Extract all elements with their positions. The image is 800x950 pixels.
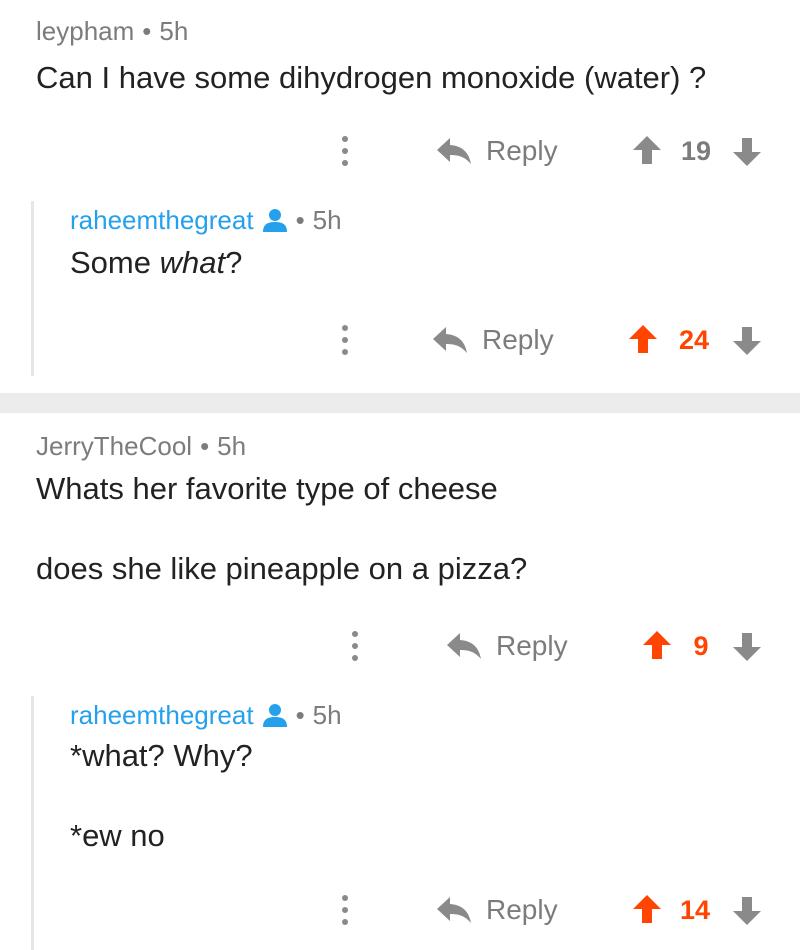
comment-time: 5h xyxy=(217,431,247,461)
comment-body-line: does she like pineapple on a pizza? xyxy=(36,551,528,586)
comment-thread: JerryTheCool • 5h Whats her favorite type … xyxy=(0,413,800,950)
downvote-arrow-icon[interactable] xyxy=(732,326,762,356)
reply-body-emphasis: what xyxy=(159,245,226,280)
reply-label: Reply xyxy=(486,894,558,925)
comment-actions: Reply 19 xyxy=(0,131,800,171)
reply-meta: raheemthegreat • 5h xyxy=(70,700,342,731)
comment-thread: leypham • 5h Can I have some dihydrogen mo… xyxy=(0,0,800,393)
vote-score: 9 xyxy=(693,631,709,661)
reply-button[interactable]: Reply xyxy=(432,320,554,360)
reply-arrow-icon xyxy=(437,897,471,923)
user-icon xyxy=(262,704,287,727)
reply-time: 5h xyxy=(312,205,342,235)
comment-meta: leypham • 5h xyxy=(36,16,188,47)
reply-body-text: Some xyxy=(70,245,160,280)
meta-separator-dot: • xyxy=(142,16,152,46)
comment-meta: JerryTheCool • 5h xyxy=(36,431,246,462)
user-icon xyxy=(262,209,287,232)
downvote-arrow-icon[interactable] xyxy=(732,137,762,167)
reply-body-punctuation: ? xyxy=(225,245,243,280)
meta-separator-dot: • xyxy=(295,700,305,730)
comment-time: 5h xyxy=(159,16,189,46)
reply-author[interactable]: raheemthegreat xyxy=(70,700,254,730)
reply-time: 5h xyxy=(312,700,342,730)
upvote-arrow-icon[interactable] xyxy=(642,630,672,660)
more-options-icon[interactable] xyxy=(342,136,348,166)
downvote-arrow-icon[interactable] xyxy=(732,896,762,926)
reply-label: Reply xyxy=(482,324,554,355)
reply-actions: Reply 24 xyxy=(0,320,800,360)
meta-separator-dot: • xyxy=(295,205,305,235)
comment-body: Can I have some dihydrogen monoxide (wat… xyxy=(36,60,707,95)
more-options-icon[interactable] xyxy=(342,895,348,925)
more-options-icon[interactable] xyxy=(352,631,358,661)
reply-arrow-icon xyxy=(433,327,467,353)
meta-separator-dot: • xyxy=(200,431,210,461)
upvote-arrow-icon[interactable] xyxy=(632,135,662,165)
more-options-icon[interactable] xyxy=(342,325,348,355)
reply-body: Some what? xyxy=(70,245,242,281)
reply-author[interactable]: raheemthegreat xyxy=(70,205,254,235)
reply-button[interactable]: Reply xyxy=(436,131,558,171)
comment-author[interactable]: JerryTheCool xyxy=(36,431,192,461)
reply-arrow-icon xyxy=(437,138,471,164)
vote-score: 14 xyxy=(679,895,711,925)
vote-score: 19 xyxy=(680,136,712,166)
reply-label: Reply xyxy=(486,135,558,166)
reply-arrow-icon xyxy=(447,633,481,659)
reply-button[interactable]: Reply xyxy=(446,626,568,666)
comment-actions: Reply 9 xyxy=(0,626,800,666)
downvote-arrow-icon[interactable] xyxy=(732,632,762,662)
reply-button[interactable]: Reply xyxy=(436,890,558,930)
upvote-arrow-icon[interactable] xyxy=(628,324,658,354)
reply-body-line: *ew no xyxy=(70,818,165,853)
comment-author[interactable]: leypham xyxy=(36,16,134,46)
vote-score: 24 xyxy=(678,325,710,355)
comment-body-line: Whats her favorite type of cheese xyxy=(36,471,498,506)
reply-label: Reply xyxy=(496,630,568,661)
reply-body-line: *what? Why? xyxy=(70,738,253,773)
reply-actions: Reply 14 xyxy=(0,890,800,930)
thread-separator xyxy=(0,393,800,413)
upvote-arrow-icon[interactable] xyxy=(632,894,662,924)
reply-meta: raheemthegreat • 5h xyxy=(70,205,342,236)
